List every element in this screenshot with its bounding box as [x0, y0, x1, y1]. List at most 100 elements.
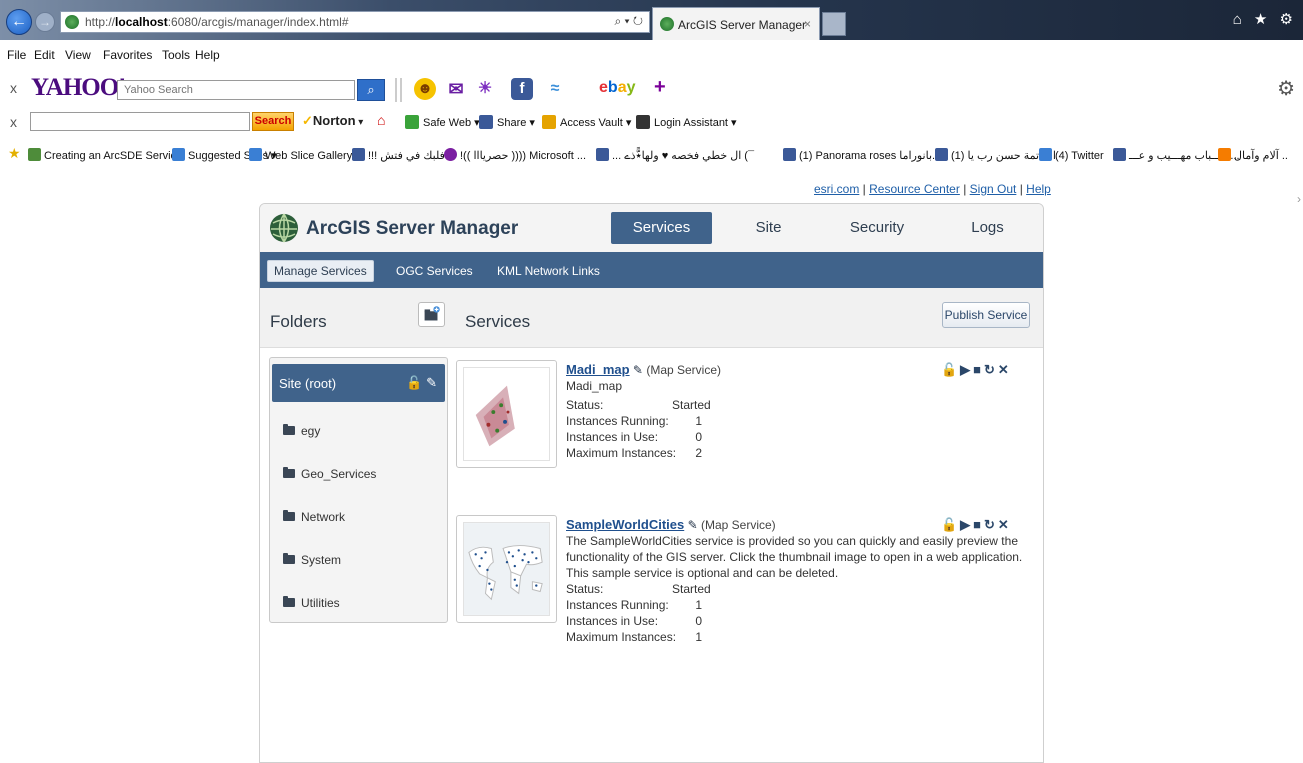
publish-service-button[interactable]: Publish Service	[942, 302, 1030, 328]
share-menu[interactable]: Share ▾	[479, 115, 535, 129]
folder-item-network[interactable]: Network	[283, 510, 345, 524]
yahoo-toolbar: x YAHOO! ⌕ ☻ ✉ ☀ f ≈ ebay + ⚙	[0, 66, 1303, 108]
tab-close-icon[interactable]: ×	[804, 17, 811, 31]
gear-icon[interactable]: ⚙	[1277, 76, 1295, 101]
favorite-link[interactable]: (4) Twitter	[1039, 148, 1104, 162]
favorite-link[interactable]: Creating an ArcSDE Servic...	[28, 148, 185, 162]
web-slice-icon	[249, 148, 262, 161]
mail-icon[interactable]: ✉	[445, 78, 467, 100]
address-bar[interactable]: http://localhost:6080/arcgis/manager/ind…	[60, 11, 650, 33]
edit-icon[interactable]: ✎	[633, 363, 643, 377]
service-name-link[interactable]: SampleWorldCities	[566, 517, 684, 532]
app-title: ArcGIS Server Manager	[306, 218, 519, 239]
address-url[interactable]: http://localhost:6080/arcgis/manager/ind…	[85, 15, 349, 29]
tab-services[interactable]: Services	[611, 212, 712, 244]
new-folder-button[interactable]	[418, 302, 445, 327]
close-icon[interactable]: x	[10, 114, 17, 130]
help-link[interactable]: Help	[1026, 182, 1051, 196]
resource-center-link[interactable]: Resource Center	[869, 182, 960, 196]
access-vault-menu[interactable]: Access Vault ▾	[542, 115, 631, 129]
login-assistant-menu[interactable]: Login Assistant ▾	[636, 115, 737, 129]
status-row: Status: Started	[566, 582, 711, 596]
new-tab-button[interactable]	[822, 12, 846, 36]
facebook-icon[interactable]: f	[511, 78, 533, 100]
folder-item-egy[interactable]: egy	[283, 424, 320, 438]
facebook-icon	[596, 148, 609, 161]
home-favorites-settings-icon[interactable]: ⌂ ★ ⚙	[1233, 10, 1297, 28]
tab-kml-network-links[interactable]: KML Network Links	[497, 264, 600, 278]
facebook-icon	[479, 115, 493, 129]
folder-item-geo-services[interactable]: Geo_Services	[283, 467, 376, 481]
finance-icon[interactable]: ≈	[544, 78, 566, 100]
tab-arcgis-server-manager[interactable]: ArcGIS Server Manager ×	[652, 7, 820, 40]
tab-ogc-services[interactable]: OGC Services	[396, 264, 473, 278]
facebook-icon	[935, 148, 948, 161]
service-action-icons[interactable]: 🔓▶■↻✕	[941, 517, 1012, 533]
yahoo-search-input[interactable]	[117, 80, 355, 100]
folder-tree: Site (root) 🔓 ✎ egy Geo_Services Network…	[269, 357, 448, 623]
folder-icon	[283, 467, 295, 478]
emoji-icon[interactable]: ☻	[414, 78, 436, 100]
favorite-link[interactable]: !(( حصريااا )))) Microsoft ...	[444, 148, 586, 162]
menu-view[interactable]: View	[65, 48, 91, 62]
folder-root-label: Site (root)	[279, 376, 337, 391]
services-subnav: Manage Services OGC Services KML Network…	[260, 252, 1043, 288]
add-icon[interactable]: +	[654, 76, 666, 99]
service-action-icons[interactable]: 🔓▶■↻✕	[941, 362, 1012, 378]
toolbar-divider	[400, 78, 402, 102]
forward-button[interactable]: →	[35, 12, 55, 32]
tab-title: ArcGIS Server Manager	[678, 18, 807, 32]
close-icon[interactable]: x	[10, 80, 17, 96]
ebay-icon[interactable]: ebay	[599, 79, 636, 97]
scrollbar-arrow-icon[interactable]: ›	[1297, 192, 1301, 206]
yahoo-logo[interactable]: YAHOO!	[31, 74, 126, 102]
menu-help[interactable]: Help	[195, 48, 220, 62]
status-row: Status: Started	[566, 398, 711, 412]
tab-logs[interactable]: Logs	[965, 212, 1010, 244]
esri-link[interactable]: esri.com	[814, 182, 859, 196]
menu-favorites[interactable]: Favorites	[103, 48, 152, 62]
folder-icon	[283, 553, 295, 564]
world-map-thumbnail-image	[463, 522, 550, 616]
norton-toolbar: x Search ✓Norton ▾ ⌂ Safe Web ▾ Share ▾ …	[0, 108, 1303, 134]
maximum-instances-row: Maximum Instances: 2	[566, 446, 702, 460]
toolbar-divider	[395, 78, 397, 102]
norton-logo[interactable]: ✓Norton ▾	[302, 113, 363, 129]
search-refresh-icon[interactable]: ⌕ ▾ ↻	[614, 14, 643, 29]
menu-bar: File Edit View Favorites Tools Help	[0, 42, 1303, 66]
menu-file[interactable]: File	[7, 48, 26, 62]
home-icon[interactable]: ⌂	[377, 112, 385, 128]
tab-site[interactable]: Site	[746, 212, 791, 244]
folder-icon	[283, 596, 295, 607]
back-button[interactable]: ←	[6, 9, 32, 35]
folder-item-utilities[interactable]: Utilities	[283, 596, 340, 610]
service-thumbnail[interactable]	[456, 515, 557, 623]
favorite-link[interactable]: (1) الخاتمة حسن رب يا	[935, 148, 1056, 162]
favorites-star-icon[interactable]: ★	[8, 145, 21, 162]
menu-tools[interactable]: Tools	[162, 48, 190, 62]
favorite-link[interactable]: Web Slice Gallery ▾	[249, 148, 361, 162]
search-icon[interactable]: ⌕	[357, 79, 385, 101]
instances-in-use-row: Instances in Use: 0	[566, 614, 702, 628]
weather-icon[interactable]: ☀	[474, 78, 496, 100]
tab-security[interactable]: Security	[842, 212, 912, 244]
tab-manage-services[interactable]: Manage Services	[267, 260, 374, 282]
lock-edit-icon[interactable]: 🔓 ✎	[406, 375, 437, 391]
service-name-link[interactable]: Madi_map	[566, 362, 630, 377]
maximum-instances-row: Maximum Instances: 1	[566, 630, 702, 644]
favorite-link[interactable]: ... ال خطي فخصه ♥ ولها٭ًّذے (¯	[596, 148, 754, 162]
norton-search-button[interactable]: Search	[252, 112, 294, 131]
menu-edit[interactable]: Edit	[34, 48, 55, 62]
favorite-link[interactable]: !!! فلبك في فتش !!	[352, 148, 454, 162]
service-details: SampleWorldCities ✎ (Map Service) The Sa…	[566, 517, 1030, 645]
norton-search-input[interactable]	[30, 112, 250, 131]
ie-icon	[172, 148, 185, 161]
edit-icon[interactable]: ✎	[688, 518, 698, 532]
folder-item-root[interactable]: Site (root) 🔓 ✎	[272, 364, 445, 402]
service-thumbnail[interactable]	[456, 360, 557, 468]
sign-out-link[interactable]: Sign Out	[970, 182, 1017, 196]
safe-web-menu[interactable]: Safe Web ▾	[405, 115, 480, 129]
favorite-link[interactable]: آلام وآمال ..	[1218, 148, 1288, 162]
folder-item-system[interactable]: System	[283, 553, 341, 567]
favorite-link[interactable]: (1) Panorama roses بانوراما...	[783, 148, 941, 162]
